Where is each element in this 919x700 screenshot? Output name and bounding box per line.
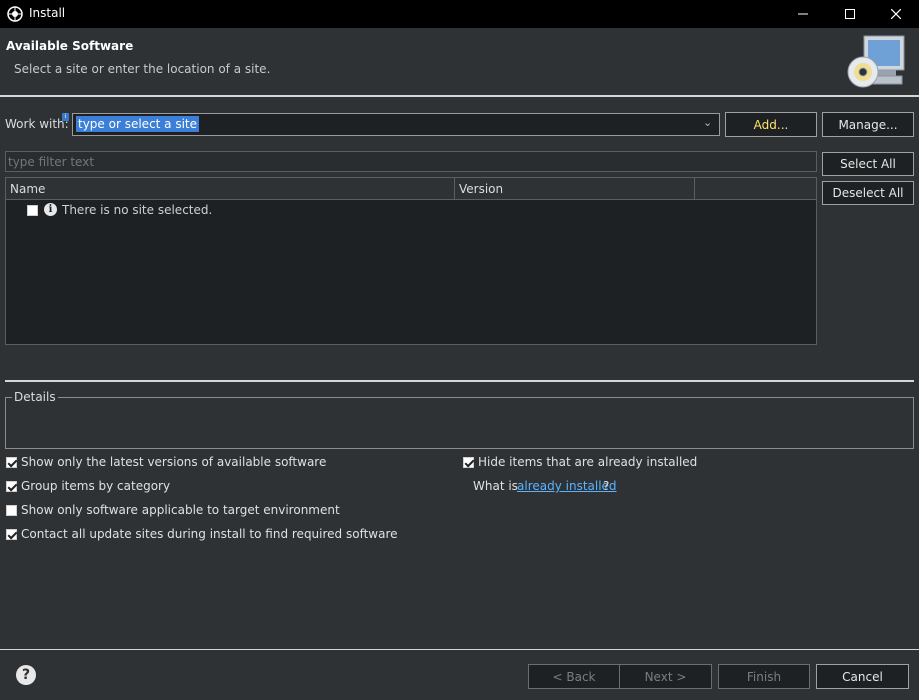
group-by-category-label[interactable]: Group items by category	[21, 479, 170, 493]
close-button[interactable]	[873, 0, 919, 28]
info-icon: i	[44, 203, 57, 216]
work-with-info-icon: i	[62, 113, 69, 121]
maximize-button[interactable]	[827, 0, 873, 28]
filter-input[interactable]	[5, 151, 817, 172]
latest-versions-checkbox[interactable]	[6, 457, 17, 468]
add-button[interactable]: Add...	[725, 112, 817, 137]
window-title: Install	[29, 6, 66, 20]
eclipse-app-icon	[7, 6, 23, 22]
maximize-icon	[845, 9, 855, 19]
next-button-label: Next >	[644, 669, 687, 684]
finish-button-label: Finish	[746, 669, 782, 684]
next-button[interactable]: Next >	[619, 664, 712, 689]
what-is-suffix: ?	[603, 479, 610, 493]
latest-versions-label[interactable]: Show only the latest versions of availab…	[21, 455, 326, 469]
back-button-label: < Back	[552, 669, 596, 684]
minimize-icon	[798, 13, 808, 15]
site-combo-value[interactable]: type or select a site	[76, 116, 200, 132]
install-cd-icon	[847, 35, 905, 88]
details-group	[5, 397, 914, 449]
table-row[interactable]: There is no site selected.	[62, 203, 212, 217]
table-row-checkbox[interactable]	[27, 205, 38, 216]
manage-button[interactable]: Manage...	[822, 112, 914, 137]
target-environment-label[interactable]: Show only software applicable to target …	[21, 503, 340, 517]
close-icon	[891, 9, 901, 19]
deselect-all-label: Deselect All	[832, 186, 904, 200]
contact-update-sites-label[interactable]: Contact all update sites during install …	[21, 527, 398, 541]
manage-button-label: Manage...	[838, 117, 898, 132]
select-all-label: Select All	[840, 157, 896, 171]
already-installed-link[interactable]: already installed	[517, 479, 617, 493]
column-header-extra[interactable]	[695, 178, 816, 200]
contact-update-sites-checkbox[interactable]	[6, 529, 17, 540]
cancel-button-label: Cancel	[842, 669, 883, 684]
footer-separator	[0, 649, 919, 650]
group-by-category-checkbox[interactable]	[6, 481, 17, 492]
header-separator	[0, 95, 919, 97]
cancel-button[interactable]: Cancel	[816, 664, 909, 689]
details-label: Details	[12, 390, 58, 404]
column-header-name[interactable]: Name	[6, 178, 455, 200]
page-title: Available Software	[6, 39, 134, 53]
what-is-text: What is	[473, 479, 518, 493]
column-header-version[interactable]: Version	[455, 178, 695, 200]
chevron-down-icon[interactable]: ⌄	[703, 116, 712, 129]
sash-separator[interactable]	[5, 380, 914, 382]
page-description: Select a site or enter the location of a…	[14, 62, 271, 76]
hide-installed-checkbox[interactable]	[463, 457, 474, 468]
deselect-all-button[interactable]: Deselect All	[822, 181, 914, 205]
help-icon[interactable]: ?	[16, 665, 36, 685]
hide-installed-label[interactable]: Hide items that are already installed	[478, 455, 697, 469]
select-all-button[interactable]: Select All	[822, 152, 914, 176]
finish-button[interactable]: Finish	[718, 664, 810, 689]
add-button-label: Add...	[753, 117, 789, 132]
work-with-label: Work with:	[5, 117, 69, 131]
target-environment-checkbox[interactable]	[6, 505, 17, 516]
back-button[interactable]: < Back	[528, 664, 620, 689]
minimize-button[interactable]	[780, 0, 826, 28]
